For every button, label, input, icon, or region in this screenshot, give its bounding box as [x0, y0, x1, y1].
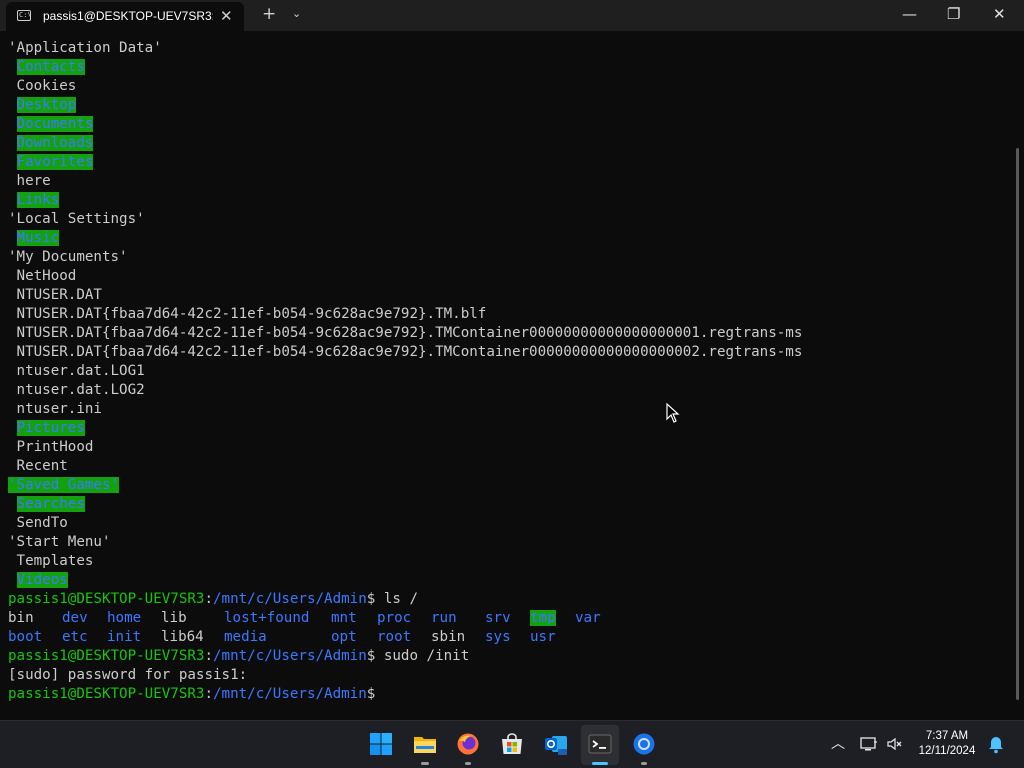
system-clock[interactable]: 7:37 AM 12/11/2024 [912, 729, 982, 759]
network-icon[interactable] [860, 736, 878, 752]
prompt-dollar: $ [366, 686, 376, 702]
prompt-colon: : [204, 686, 214, 702]
list-item: lost+found [224, 610, 310, 626]
firefox-icon[interactable] [456, 732, 480, 756]
command-text: ls / [375, 591, 419, 607]
prompt-colon: : [204, 591, 214, 607]
list-item: dev [62, 610, 88, 626]
list-item: lib64 [161, 629, 204, 645]
list-item: PrintHood [16, 439, 94, 455]
list-item: tmp [530, 610, 556, 626]
scrollbar[interactable] [1016, 148, 1019, 700]
notification-bell-icon[interactable] [988, 736, 1004, 754]
list-item: Documents [16, 116, 94, 132]
list-item: opt [331, 629, 357, 645]
list-item: NTUSER.DAT [16, 287, 102, 303]
list-item: etc [62, 629, 88, 645]
sudo-password-prompt: [sudo] password for passis1: [8, 667, 248, 683]
list-item: bin [8, 610, 34, 626]
terminal-output[interactable]: 'Application Data' Contacts Cookies Desk… [0, 31, 1024, 720]
tab-title: passis1@DESKTOP-UEV7SR3: , [43, 9, 213, 23]
microsoft-store-icon[interactable] [500, 732, 524, 756]
close-button[interactable]: ✕ [993, 5, 1006, 23]
clock-date: 12/11/2024 [918, 745, 976, 757]
list-item: 'Saved Games' [8, 477, 120, 493]
list-item: Pictures [16, 420, 85, 436]
list-item: Templates [16, 553, 94, 569]
mouse-pointer-icon [666, 403, 680, 423]
list-item: ntuser.ini [16, 401, 102, 417]
list-item: sbin [431, 629, 466, 645]
prompt-line: passis1@DESKTOP-UEV7SR3:/mnt/c/Users/Adm… [8, 647, 469, 666]
list-item: home [107, 610, 142, 626]
maximize-button[interactable]: ❐ [947, 5, 960, 23]
start-icon[interactable] [369, 732, 393, 756]
terminal-tab-icon: C:\ [17, 10, 32, 21]
list-item: 'Application Data' [8, 40, 162, 56]
prompt-user: passis1@DESKTOP-UEV7SR3 [8, 648, 205, 664]
running-indicator [465, 762, 471, 765]
list-item: run [431, 610, 457, 626]
running-indicator [641, 762, 647, 765]
title-bar: C:\ passis1@DESKTOP-UEV7SR3: , ✕ + ⌄ — ❐… [0, 0, 1024, 31]
list-item: init [107, 629, 142, 645]
list-item: var [575, 610, 601, 626]
list-item: ntuser.dat.LOG1 [16, 363, 145, 379]
list-item: srv [485, 610, 511, 626]
prompt-user: passis1@DESKTOP-UEV7SR3 [8, 591, 205, 607]
list-item: usr [530, 629, 556, 645]
chrome-app-icon[interactable] [632, 732, 656, 756]
active-indicator [592, 762, 608, 765]
list-item: NTUSER.DAT{fbaa7d64-42c2-11ef-b054-9c628… [16, 306, 487, 322]
file-explorer-icon[interactable] [413, 732, 437, 756]
list-item: Downloads [16, 135, 94, 151]
list-item: lib [161, 610, 187, 626]
list-item: mnt [331, 610, 357, 626]
list-item: root [377, 629, 412, 645]
prompt-user: passis1@DESKTOP-UEV7SR3 [8, 686, 205, 702]
prompt-colon: : [204, 648, 214, 664]
show-hidden-icons-icon[interactable]: ︿ [831, 733, 845, 753]
list-item: Desktop [16, 97, 77, 113]
list-item: ntuser.dat.LOG2 [16, 382, 145, 398]
list-item: NTUSER.DAT{fbaa7d64-42c2-11ef-b054-9c628… [16, 325, 803, 341]
list-item: Links [16, 192, 60, 208]
prompt-line: passis1@DESKTOP-UEV7SR3:/mnt/c/Users/Adm… [8, 590, 418, 609]
list-item: here [16, 173, 51, 189]
list-item: Cookies [16, 78, 77, 94]
list-item: Recent [16, 458, 68, 474]
tab-close-icon[interactable]: ✕ [220, 7, 233, 25]
minimize-button[interactable]: — [902, 5, 917, 23]
list-item: sys [485, 629, 511, 645]
list-item: Music [16, 230, 60, 246]
list-item: Searches [16, 496, 85, 512]
outlook-new-icon[interactable] [544, 732, 568, 756]
list-item: Favorites [16, 154, 94, 170]
list-item: SendTo [16, 515, 68, 531]
clock-time: 7:37 AM [925, 730, 969, 742]
prompt-path: /mnt/c/Users/Admin [213, 648, 367, 664]
prompt-path: /mnt/c/Users/Admin [213, 686, 367, 702]
terminal-icon[interactable] [588, 732, 612, 756]
volume-muted-icon[interactable] [886, 736, 904, 752]
list-item: 'My Documents' [8, 249, 128, 265]
list-item: Contacts [16, 59, 85, 75]
list-item: boot [8, 629, 43, 645]
list-item: 'Local Settings' [8, 211, 145, 227]
list-item: media [224, 629, 267, 645]
terminal-tab[interactable]: C:\ passis1@DESKTOP-UEV7SR3: , ✕ [6, 2, 244, 31]
list-item: NetHood [16, 268, 77, 284]
prompt-path: /mnt/c/Users/Admin [213, 591, 367, 607]
list-item: NTUSER.DAT{fbaa7d64-42c2-11ef-b054-9c628… [16, 344, 803, 360]
running-indicator [421, 762, 429, 765]
tab-dropdown-button[interactable]: ⌄ [292, 7, 301, 20]
new-tab-button[interactable]: + [262, 4, 276, 24]
command-text: sudo /init [375, 648, 470, 664]
list-item: 'Start Menu' [8, 534, 111, 550]
prompt-line[interactable]: passis1@DESKTOP-UEV7SR3:/mnt/c/Users/Adm… [8, 685, 375, 704]
list-item: Videos [16, 572, 68, 588]
list-item: proc [377, 610, 412, 626]
